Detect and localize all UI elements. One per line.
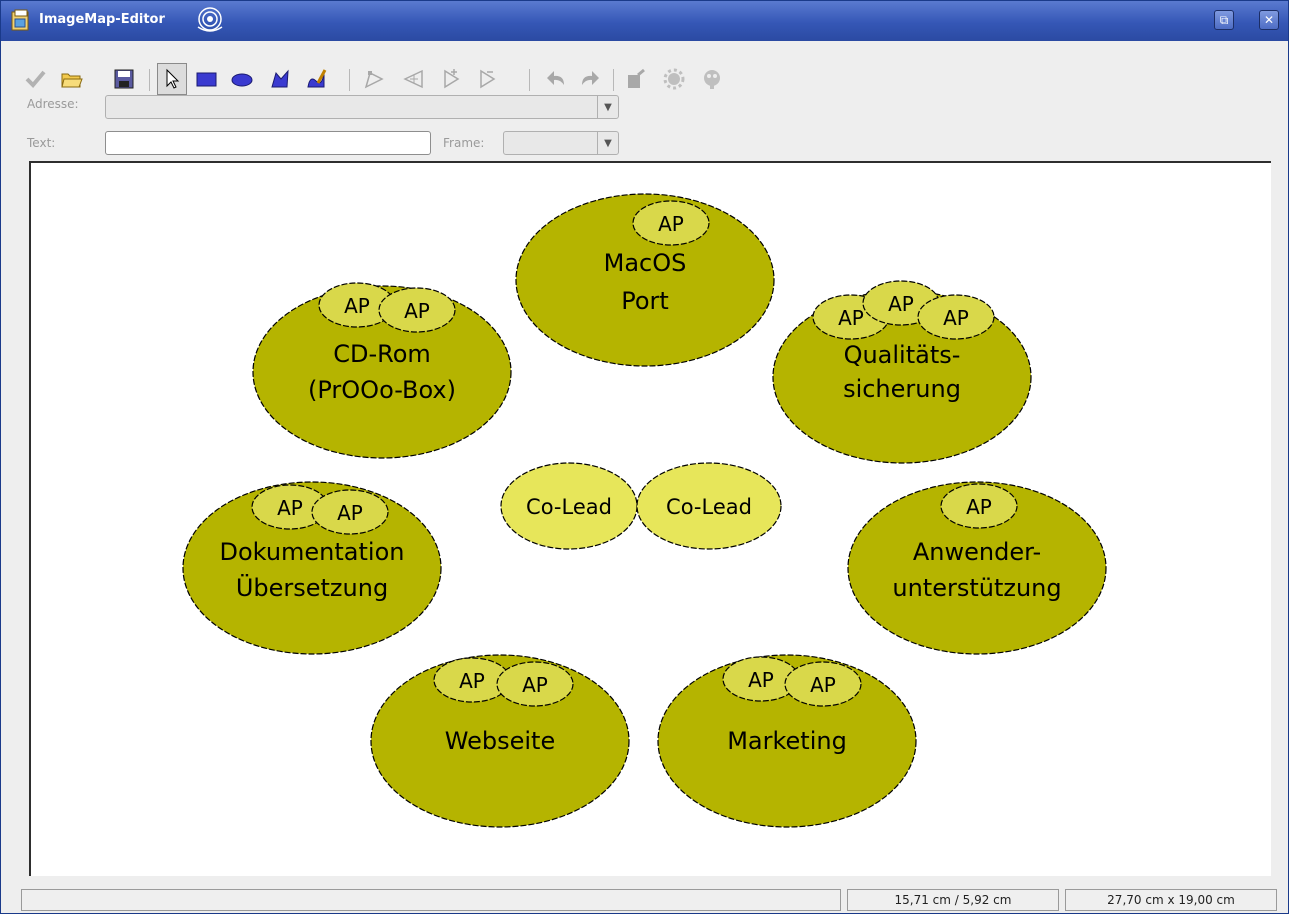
polygon-icon <box>271 69 289 88</box>
ap-label: AP <box>522 673 548 697</box>
group-label-doku: Übersetzung <box>236 573 388 602</box>
status-position: 15,71 cm / 5,92 cm <box>847 889 1059 911</box>
colead-label: Co-Lead <box>666 495 752 519</box>
undo-button[interactable] <box>541 63 571 95</box>
undo-icon <box>547 71 564 85</box>
title-bar[interactable]: ImageMap-Editor ⧉ ✕ <box>1 1 1288 41</box>
ap-label: AP <box>943 306 969 330</box>
group-label-qa: Qualitäts- <box>844 341 961 369</box>
text-input[interactable] <box>105 131 431 155</box>
move-points-icon <box>403 69 423 89</box>
toolbar-separator <box>529 69 530 91</box>
status-message <box>21 889 841 911</box>
ap-label: AP <box>337 501 363 525</box>
close-icon: ✕ <box>1263 13 1275 27</box>
properties-button[interactable] <box>697 63 727 95</box>
frame-combobox[interactable]: ▼ <box>503 131 619 155</box>
chevron-down-icon[interactable]: ▼ <box>597 96 618 118</box>
restore-icon: ⧉ <box>1219 13 1229 27</box>
address-combobox[interactable]: ▼ <box>105 95 619 119</box>
active-icon <box>628 68 645 88</box>
ap-label: AP <box>838 306 864 330</box>
ap-label: AP <box>810 673 836 697</box>
ellipse-icon <box>231 73 253 87</box>
toolbar-separator <box>613 69 614 91</box>
move-points-button[interactable] <box>399 63 429 95</box>
freeform-button[interactable] <box>301 63 331 95</box>
ellipse-button[interactable] <box>227 63 257 95</box>
group-label-marketing: Marketing <box>727 727 847 755</box>
rectangle-button[interactable] <box>191 63 221 95</box>
select-button[interactable] <box>157 63 187 95</box>
ap-label: AP <box>658 212 684 236</box>
imagemap-drawing[interactable]: AP MacOS Port AP AP CD-Rom (PrOOo-Box) AP AP AP Qu… <box>31 163 1271 876</box>
toolbar-separator <box>149 69 150 91</box>
group-label-support: Anwender- <box>913 538 1041 566</box>
ap-label: AP <box>966 495 992 519</box>
group-label-doku: Dokumentation <box>220 538 405 566</box>
freeform-icon <box>307 69 327 88</box>
apply-icon <box>25 70 46 88</box>
imagemap-editor-window: ImageMap-Editor ⧉ ✕ Adresse: ▼ Text: Fra… <box>0 0 1289 914</box>
ap-label: AP <box>277 496 303 520</box>
suse-swirl-icon <box>194 5 226 39</box>
window-title: ImageMap-Editor <box>39 12 165 27</box>
rectangle-icon <box>196 72 217 87</box>
image-canvas[interactable]: AP MacOS Port AP AP CD-Rom (PrOOo-Box) AP AP AP Qu… <box>29 161 1271 876</box>
polygon-button[interactable] <box>265 63 295 95</box>
ap-label: AP <box>404 299 430 323</box>
text-label: Text: <box>27 136 56 150</box>
apply-button[interactable] <box>21 63 51 95</box>
address-label: Adresse: <box>27 97 79 111</box>
toolbar-separator <box>349 69 350 91</box>
group-label-macos: Port <box>621 287 669 315</box>
edit-points-icon <box>364 71 384 89</box>
chevron-down-icon[interactable]: ▼ <box>597 132 618 154</box>
restore-button[interactable]: ⧉ <box>1214 10 1234 30</box>
delete-points-button[interactable] <box>473 63 503 95</box>
ap-label: AP <box>344 294 370 318</box>
redo-button[interactable] <box>575 63 605 95</box>
open-button[interactable] <box>57 63 87 95</box>
frame-label: Frame: <box>443 136 485 150</box>
group-label-macos: MacOS <box>604 249 687 277</box>
insert-points-icon <box>444 69 460 89</box>
active-button[interactable] <box>621 63 651 95</box>
edit-points-button[interactable] <box>359 63 389 95</box>
insert-points-button[interactable] <box>437 63 467 95</box>
close-button[interactable]: ✕ <box>1259 10 1279 30</box>
properties-icon <box>704 70 720 89</box>
group-label-cdrom: CD-Rom <box>333 340 431 368</box>
status-size: 27,70 cm x 19,00 cm <box>1065 889 1277 911</box>
macro-button[interactable] <box>659 63 689 95</box>
macro-icon <box>663 68 685 90</box>
app-icon <box>11 9 31 31</box>
open-icon <box>61 73 83 88</box>
ap-label: AP <box>748 668 774 692</box>
colead-label: Co-Lead <box>526 495 612 519</box>
group-label-cdrom: (PrOOo-Box) <box>308 376 456 404</box>
ap-label: AP <box>888 292 914 316</box>
save-icon <box>114 69 134 89</box>
redo-icon <box>582 71 599 85</box>
group-label-web: Webseite <box>445 727 555 755</box>
group-label-qa: sicherung <box>843 375 961 403</box>
ap-label: AP <box>459 669 485 693</box>
select-icon <box>166 68 180 89</box>
delete-points-icon <box>480 69 496 89</box>
save-button[interactable] <box>109 63 139 95</box>
group-label-support: unterstützung <box>892 574 1061 602</box>
